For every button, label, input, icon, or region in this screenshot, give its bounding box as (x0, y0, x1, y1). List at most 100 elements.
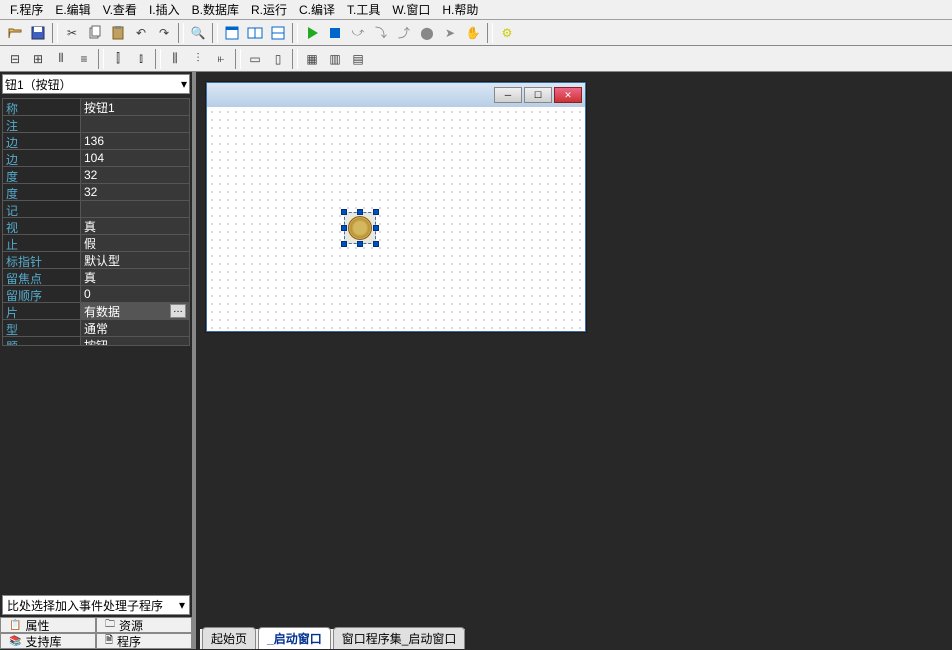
window3-icon[interactable] (267, 22, 289, 44)
menu-program[interactable]: F.程序 (4, 0, 49, 20)
object-selector[interactable]: 钮1（按钮） ▾ (2, 74, 190, 94)
prop-label: 视 (3, 218, 81, 234)
align3-icon[interactable]: ⫴ (50, 48, 72, 70)
continue-icon[interactable]: ➤ (439, 22, 461, 44)
close-button[interactable]: ✕ (554, 87, 582, 103)
menu-window[interactable]: W.窗口 (386, 0, 436, 20)
toolbar-main: ✂ ↶ ↷ 🔍 ⤻ ⤵ ⤴ ⬤ ➤ ✋ ⚙ (0, 20, 952, 46)
panel-tab[interactable]: 📋属性 (0, 617, 96, 633)
window2-icon[interactable] (244, 22, 266, 44)
menu-database[interactable]: B.数据库 (186, 0, 245, 20)
resize-handle-n[interactable] (357, 209, 363, 215)
document-tabs: 起始页_启动窗口窗口程序集_启动窗口 (200, 629, 465, 649)
prop-value[interactable]: 104 (81, 150, 189, 166)
resize-handle-e[interactable] (373, 225, 379, 231)
dist3-icon[interactable]: ⫦ (210, 48, 232, 70)
panel-tab[interactable]: 📚支持库 (0, 633, 96, 649)
resize-handle-w[interactable] (341, 225, 347, 231)
resize-handle-ne[interactable] (373, 209, 379, 215)
prop-value[interactable]: 默认型 (81, 252, 189, 268)
window1-icon[interactable] (221, 22, 243, 44)
menu-tools[interactable]: T.工具 (341, 0, 386, 20)
prop-label: 题 (3, 337, 81, 346)
step-over-icon[interactable]: ⤻ (347, 22, 369, 44)
grid2-icon[interactable]: ▥ (324, 48, 346, 70)
size1-icon[interactable]: ▭ (244, 48, 266, 70)
prop-value[interactable]: 0 (81, 286, 189, 302)
maximize-button[interactable]: ☐ (524, 87, 552, 103)
doc-tab[interactable]: 窗口程序集_启动窗口 (333, 627, 466, 649)
prop-value[interactable]: 按钮 (81, 337, 189, 346)
menu-view[interactable]: V.查看 (97, 0, 143, 20)
step-out-icon[interactable]: ⤴ (393, 22, 415, 44)
tool-icon[interactable]: ⚙ (496, 22, 518, 44)
bar2-icon[interactable]: ⫾ (130, 48, 152, 70)
property-panel: 钮1（按钮） ▾ 称 按钮1注 边 136边 104度 32度 32记 视 真止… (0, 72, 196, 649)
step-into-icon[interactable]: ⤵ (370, 22, 392, 44)
emblem-icon (348, 216, 372, 240)
doc-tab[interactable]: 起始页 (202, 627, 256, 649)
resize-handle-s[interactable] (357, 241, 363, 247)
prop-label: 称 (3, 99, 81, 115)
prop-label: 留顺序 (3, 286, 81, 302)
copy-icon[interactable] (84, 22, 106, 44)
save-icon[interactable] (27, 22, 49, 44)
resize-handle-se[interactable] (373, 241, 379, 247)
open-icon[interactable] (4, 22, 26, 44)
dist1-icon[interactable]: ⫼ (164, 48, 186, 70)
paste-icon[interactable] (107, 22, 129, 44)
menu-edit[interactable]: E.编辑 (49, 0, 96, 20)
object-selector-value: 钮1（按钮） (5, 76, 72, 93)
menu-insert[interactable]: I.插入 (143, 0, 186, 20)
align1-icon[interactable]: ⊟ (4, 48, 26, 70)
menu-compile[interactable]: C.编译 (293, 0, 341, 20)
hand-icon[interactable]: ✋ (462, 22, 484, 44)
cut-icon[interactable]: ✂ (61, 22, 83, 44)
prop-value[interactable]: 真 (81, 269, 189, 285)
form-designer[interactable]: ─ ☐ ✕ (206, 82, 586, 332)
prop-value[interactable]: 真 (81, 218, 189, 234)
prop-label: 标指针 (3, 252, 81, 268)
prop-label: 止 (3, 235, 81, 251)
undo-icon[interactable]: ↶ (130, 22, 152, 44)
form-client[interactable] (208, 108, 584, 330)
prop-value[interactable]: 32 (81, 167, 189, 183)
prop-label: 型 (3, 320, 81, 336)
size2-icon[interactable]: ▯ (267, 48, 289, 70)
stop-icon[interactable] (324, 22, 346, 44)
prop-value[interactable] (81, 116, 189, 132)
prop-value[interactable]: 有数据… (81, 303, 189, 319)
selected-button[interactable] (344, 212, 376, 244)
run-icon[interactable] (301, 22, 323, 44)
prop-value[interactable]: 32 (81, 184, 189, 200)
redo-icon[interactable]: ↷ (153, 22, 175, 44)
align4-icon[interactable]: ≡ (73, 48, 95, 70)
menu-help[interactable]: H.帮助 (436, 0, 484, 20)
prop-value[interactable]: 136 (81, 133, 189, 149)
panel-tab[interactable]: 🗎程序 (96, 633, 192, 649)
doc-tab[interactable]: _启动窗口 (258, 627, 331, 649)
design-canvas: ─ ☐ ✕ (196, 72, 952, 649)
resize-handle-nw[interactable] (341, 209, 347, 215)
prop-value[interactable]: 通常 (81, 320, 189, 336)
prop-label: 注 (3, 116, 81, 132)
align2-icon[interactable]: ⊞ (27, 48, 49, 70)
dist2-icon[interactable]: ⫶ (187, 48, 209, 70)
find-icon[interactable]: 🔍 (187, 22, 209, 44)
prop-value[interactable] (81, 201, 189, 217)
event-hint[interactable]: 比处选择加入事件处理子程序 ▾ (2, 595, 190, 615)
tab-label: 程序 (117, 633, 141, 650)
resize-handle-sw[interactable] (341, 241, 347, 247)
grid1-icon[interactable]: ▦ (301, 48, 323, 70)
tab-icon: 📚 (9, 636, 21, 647)
grid3-icon[interactable]: ▤ (347, 48, 369, 70)
menu-run[interactable]: R.运行 (245, 0, 293, 20)
panel-tab[interactable]: 🗀资源 (96, 617, 192, 633)
prop-value[interactable]: 按钮1 (81, 99, 189, 115)
tab-label: 资源 (119, 617, 143, 634)
bar1-icon[interactable]: ⫿ (107, 48, 129, 70)
ellipsis-button[interactable]: … (170, 304, 186, 318)
minimize-button[interactable]: ─ (494, 87, 522, 103)
break-icon[interactable]: ⬤ (416, 22, 438, 44)
prop-value[interactable]: 假 (81, 235, 189, 251)
